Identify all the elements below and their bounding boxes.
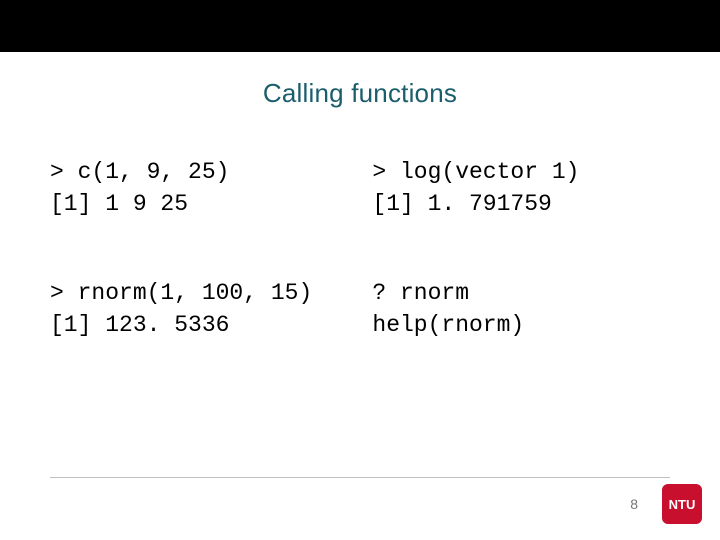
code-line: [1] 123. 5336 xyxy=(50,310,372,342)
code-line: ? rnorm xyxy=(372,278,670,310)
code-line: > log(vector 1) xyxy=(372,157,670,189)
cell-bottom-right: ? rnorm help(rnorm) xyxy=(372,278,670,341)
code-line: > c(1, 9, 25) xyxy=(50,157,372,189)
cell-top-right: > log(vector 1) [1] 1. 791759 xyxy=(372,157,670,220)
footer-divider xyxy=(50,477,670,478)
cell-top-left: > c(1, 9, 25) [1] 1 9 25 xyxy=(50,157,372,220)
content-area: > c(1, 9, 25) [1] 1 9 25 > log(vector 1)… xyxy=(0,157,720,342)
slide-title: Calling functions xyxy=(0,78,720,109)
cell-bottom-left: > rnorm(1, 100, 15) [1] 123. 5336 xyxy=(50,278,372,341)
code-line: [1] 1 9 25 xyxy=(50,189,372,221)
top-black-band xyxy=(0,0,720,52)
svg-text:NTU: NTU xyxy=(669,497,696,512)
row-2: > rnorm(1, 100, 15) [1] 123. 5336 ? rnor… xyxy=(50,278,670,341)
page-number: 8 xyxy=(630,496,638,512)
code-line: [1] 1. 791759 xyxy=(372,189,670,221)
code-line: help(rnorm) xyxy=(372,310,670,342)
code-line: > rnorm(1, 100, 15) xyxy=(50,278,372,310)
row-1: > c(1, 9, 25) [1] 1 9 25 > log(vector 1)… xyxy=(50,157,670,220)
ntu-logo-icon: NTU xyxy=(662,484,702,524)
